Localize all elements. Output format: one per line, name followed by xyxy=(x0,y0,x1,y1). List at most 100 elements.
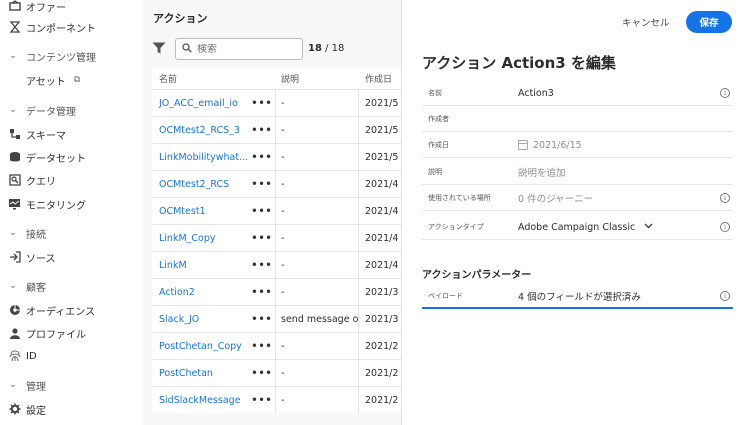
table-row[interactable]: LinkMobilitywhat... ••• - 2021/5 xyxy=(152,143,401,170)
action-description: send message on bsc xyxy=(281,306,359,332)
more-actions-button[interactable]: ••• xyxy=(249,171,276,197)
more-actions-button[interactable]: ••• xyxy=(249,90,276,116)
action-description: - xyxy=(281,279,359,305)
search-box[interactable] xyxy=(175,38,303,60)
nav-item-label: モニタリング xyxy=(26,200,86,212)
table-row[interactable]: OCMtest1 ••• - 2021/4 xyxy=(152,197,401,224)
action-name-link[interactable]: JO_ACC_email_io xyxy=(159,90,249,116)
field-description[interactable]: 説明 説明を追加 xyxy=(422,159,733,185)
action-created-date: 2021/5 xyxy=(365,151,399,163)
action-created-date: 2021/4 xyxy=(365,178,399,190)
nav-item-datasets[interactable]: データセット xyxy=(8,147,86,167)
more-actions-button[interactable]: ••• xyxy=(249,117,276,143)
table-row[interactable]: JO_ACC_email_io ••• - 2021/5 xyxy=(152,89,401,116)
column-header-created[interactable]: 作成日 xyxy=(365,68,392,88)
nav-item-label: ID xyxy=(26,350,37,362)
info-icon[interactable]: i xyxy=(720,193,730,203)
table-row[interactable]: LinkM_Copy ••• - 2021/4 xyxy=(152,224,401,251)
info-icon[interactable]: i xyxy=(720,291,730,301)
search-input[interactable] xyxy=(197,43,293,55)
source-icon xyxy=(8,251,21,264)
table-row[interactable]: PostChetan_Copy ••• - 2021/2 xyxy=(152,332,401,359)
field-label: 作成日 xyxy=(428,141,449,149)
nav-item-components[interactable]: コンポーネント xyxy=(8,17,96,37)
component-icon xyxy=(8,21,21,34)
field-label: 説明 xyxy=(428,168,442,176)
nav-item-monitoring[interactable]: モニタリング xyxy=(8,194,86,214)
action-description: - xyxy=(281,225,359,251)
nav-item-identities[interactable]: ID xyxy=(8,346,37,366)
nav-item-sources[interactable]: ソース xyxy=(8,247,56,267)
nav-item-label: ソース xyxy=(26,253,56,265)
save-button[interactable]: 保存 xyxy=(686,11,732,33)
query-icon xyxy=(8,174,21,187)
field-creator: 作成者 xyxy=(422,106,733,132)
nav-item-settings[interactable]: 設定 xyxy=(8,399,46,419)
more-actions-button[interactable]: ••• xyxy=(249,279,276,305)
action-name-link[interactable]: PostChetan xyxy=(159,360,249,386)
table-row[interactable]: Slack_JO ••• send message on bsc 2021/3 xyxy=(152,305,401,332)
nav-section-customers[interactable]: ⌄ 顧客 xyxy=(8,277,46,295)
action-name-link[interactable]: OCMtest1 xyxy=(159,198,249,224)
more-actions-button[interactable]: ••• xyxy=(249,252,276,278)
action-name-link[interactable]: OCMtest2_RCS xyxy=(159,171,249,197)
action-name-link[interactable]: Action2 xyxy=(159,279,249,305)
section-title-action-parameters: アクションパラメーター xyxy=(422,270,532,281)
action-name-link[interactable]: LinkM xyxy=(159,252,249,278)
description-input[interactable]: 説明を追加 xyxy=(518,159,566,185)
action-name-link[interactable]: PostChetan_Copy xyxy=(159,333,249,359)
cancel-button[interactable]: キャンセル xyxy=(614,11,678,33)
monitoring-icon xyxy=(8,198,21,211)
column-header-description[interactable]: 説明 xyxy=(281,68,299,88)
more-actions-button[interactable]: ••• xyxy=(249,333,276,359)
nav-section-connections[interactable]: ⌄ 接続 xyxy=(8,224,46,242)
nav-item-queries[interactable]: クエリ xyxy=(8,170,56,190)
nav-section-content-management[interactable]: ⌄ コンテンツ管理 xyxy=(8,47,96,65)
field-label: ペイロード xyxy=(428,292,463,300)
info-icon[interactable]: i xyxy=(720,88,730,98)
action-name-link[interactable]: Slack_JO xyxy=(159,306,249,332)
chevron-down-icon: ⌄ xyxy=(9,105,17,115)
table-row[interactable]: LinkM ••• - 2021/4 xyxy=(152,251,401,278)
action-created-date: 2021/5 xyxy=(365,124,399,136)
nav-item-offers[interactable]: オファー xyxy=(8,0,66,16)
nav-item-assets[interactable]: アセット ⧉ xyxy=(8,70,80,90)
nav-section-data-management[interactable]: ⌄ データ管理 xyxy=(8,101,76,119)
actions-table: 名前 説明 作成日 JO_ACC_email_io ••• - 2021/5 O… xyxy=(152,68,401,413)
field-created-date: 作成日 2021/6/15 xyxy=(422,132,733,158)
action-name-link[interactable]: SidSlackMessage xyxy=(159,387,249,413)
nav-item-schemas[interactable]: スキーマ xyxy=(8,124,66,144)
field-payload[interactable]: ペイロード 4 個のフィールドが選択済み i xyxy=(422,283,733,309)
filter-icon[interactable] xyxy=(152,42,166,54)
action-name-link[interactable]: LinkMobilitywhat... xyxy=(159,144,249,170)
field-name[interactable]: 名前 Action3 i xyxy=(422,80,733,106)
chevron-down-icon: ⌄ xyxy=(9,51,17,61)
table-row[interactable]: OCMtest2_RCS ••• - 2021/4 xyxy=(152,170,401,197)
nav-item-label: オーディエンス xyxy=(26,306,96,318)
more-actions-button[interactable]: ••• xyxy=(249,198,276,224)
nav-item-profiles[interactable]: プロファイル xyxy=(8,323,86,343)
more-actions-button[interactable]: ••• xyxy=(249,387,276,413)
table-row[interactable]: OCMtest2_RCS_3 ••• - 2021/5 xyxy=(152,116,401,143)
table-row[interactable]: Action2 ••• - 2021/3 xyxy=(152,278,401,305)
more-actions-button[interactable]: ••• xyxy=(249,144,276,170)
more-actions-button[interactable]: ••• xyxy=(249,306,276,332)
table-row[interactable]: PostChetan ••• - 2021/2 xyxy=(152,359,401,386)
field-action-type[interactable]: アクションタイプ Adobe Campaign Classic i xyxy=(422,214,733,240)
action-type-dropdown[interactable]: Adobe Campaign Classic xyxy=(518,214,653,240)
name-input[interactable]: Action3 xyxy=(518,80,554,106)
profile-icon xyxy=(8,327,21,340)
info-icon[interactable]: i xyxy=(720,222,730,232)
column-header-name[interactable]: 名前 xyxy=(159,68,177,88)
schema-icon xyxy=(8,128,21,141)
action-created-date: 2021/4 xyxy=(365,259,399,271)
more-actions-button[interactable]: ••• xyxy=(249,360,276,386)
more-actions-button[interactable]: ••• xyxy=(249,225,276,251)
nav-section-administration[interactable]: ⌄ 管理 xyxy=(8,376,46,394)
action-name-link[interactable]: OCMtest2_RCS_3 xyxy=(159,117,249,143)
nav-item-audiences[interactable]: オーディエンス xyxy=(8,300,95,320)
action-name-link[interactable]: LinkM_Copy xyxy=(159,225,249,251)
payload-value[interactable]: 4 個のフィールドが選択済み xyxy=(518,283,641,309)
table-row[interactable]: SidSlackMessage ••• - 2021/2 xyxy=(152,386,401,413)
action-created-date: 2021/4 xyxy=(365,205,399,217)
